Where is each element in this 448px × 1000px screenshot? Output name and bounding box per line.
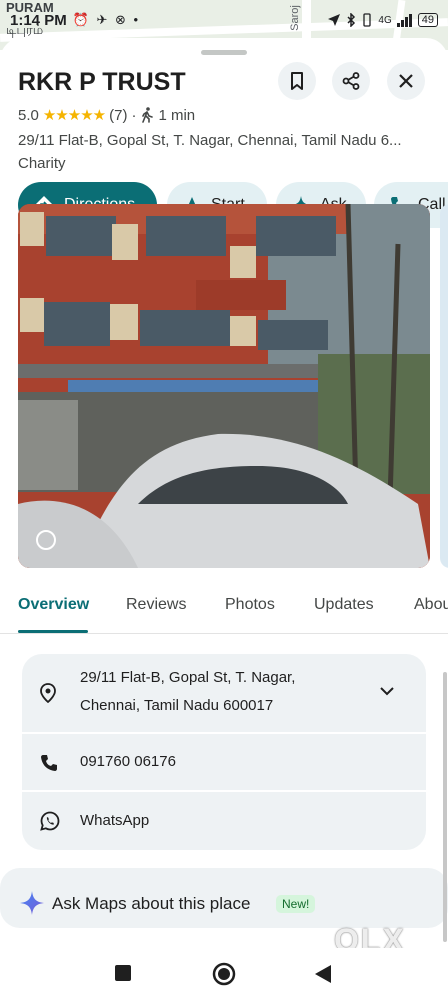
- close-button[interactable]: [387, 62, 425, 100]
- location-pin-icon: [40, 683, 56, 703]
- place-category: Charity: [18, 155, 66, 172]
- whatsapp-row[interactable]: WhatsApp: [22, 792, 426, 850]
- phone-row[interactable]: 091760 06176: [22, 734, 426, 790]
- tab-reviews[interactable]: Reviews: [126, 596, 186, 614]
- location-icon: [328, 14, 341, 26]
- walk-time: 1 min: [158, 106, 196, 124]
- network-type: 4G: [378, 14, 392, 26]
- status-notification-icons: ⏰ ✈ ⊗ •: [72, 12, 141, 27]
- scrollbar[interactable]: [443, 672, 447, 942]
- bluetooth-icon: [347, 13, 356, 27]
- status-bar: 1:14 PM ⏰ ✈ ⊗ • 4G 49: [0, 8, 448, 32]
- phone-number: 091760 06176: [80, 753, 176, 770]
- address-row[interactable]: 29/11 Flat-B, Gopal St, T. Nagar, Chenna…: [22, 654, 426, 732]
- address-summary: 29/11 Flat-B, Gopal St, T. Nagar, Chenna…: [18, 132, 402, 149]
- rating-value: 5.0: [18, 106, 39, 124]
- tab-bar: Overview Reviews Photos Updates Abou: [0, 586, 448, 634]
- signal-icon: [396, 14, 412, 27]
- tab-updates[interactable]: Updates: [314, 596, 374, 614]
- contact-info-card: 29/11 Flat-B, Gopal St, T. Nagar, Chenna…: [22, 654, 426, 850]
- star-rating: ★★★★★: [42, 107, 106, 124]
- rating-row: 5.0 ★★★★★ (7) · 1 min: [18, 106, 196, 125]
- review-count[interactable]: (7): [109, 107, 127, 124]
- ask-maps-label: Ask Maps about this place: [52, 894, 251, 913]
- address-line-2: Chennai, Tamil Nadu 600017: [80, 697, 274, 714]
- gemini-sparkle-icon: [20, 891, 44, 915]
- whatsapp-label: WhatsApp: [80, 812, 150, 829]
- whatsapp-icon: [40, 811, 60, 831]
- separator: ·: [131, 106, 137, 124]
- place-title: RKR P TRUST: [18, 68, 186, 96]
- bookmark-icon: [291, 72, 303, 90]
- share-button[interactable]: [332, 62, 370, 100]
- next-photo-preview[interactable]: [440, 204, 448, 568]
- save-button[interactable]: [278, 62, 316, 100]
- tab-divider: [0, 633, 448, 634]
- recents-icon[interactable]: [115, 965, 131, 981]
- vibrate-icon: [363, 13, 372, 27]
- new-badge: New!: [276, 895, 316, 913]
- share-icon: [342, 72, 360, 90]
- home-icon[interactable]: [212, 962, 236, 986]
- status-time: 1:14 PM: [10, 11, 67, 29]
- tab-photos[interactable]: Photos: [225, 596, 275, 614]
- back-icon[interactable]: [314, 964, 332, 984]
- ask-maps-card[interactable]: Ask Maps about this place New!: [0, 868, 448, 928]
- close-icon: [399, 74, 413, 88]
- drag-handle[interactable]: [201, 50, 247, 55]
- tab-about[interactable]: Abou: [414, 596, 448, 614]
- street-view-image: [18, 204, 430, 568]
- tab-overview[interactable]: Overview: [18, 596, 89, 614]
- status-right-icons: 4G 49: [327, 13, 438, 27]
- phone-icon: [41, 755, 57, 771]
- walking-icon: [142, 107, 154, 123]
- system-nav-bar: [0, 948, 448, 1000]
- place-photo[interactable]: [18, 204, 430, 568]
- address-line-1: 29/11 Flat-B, Gopal St, T. Nagar,: [80, 669, 296, 686]
- battery-indicator: 49: [417, 13, 438, 27]
- chevron-down-icon[interactable]: [380, 686, 394, 696]
